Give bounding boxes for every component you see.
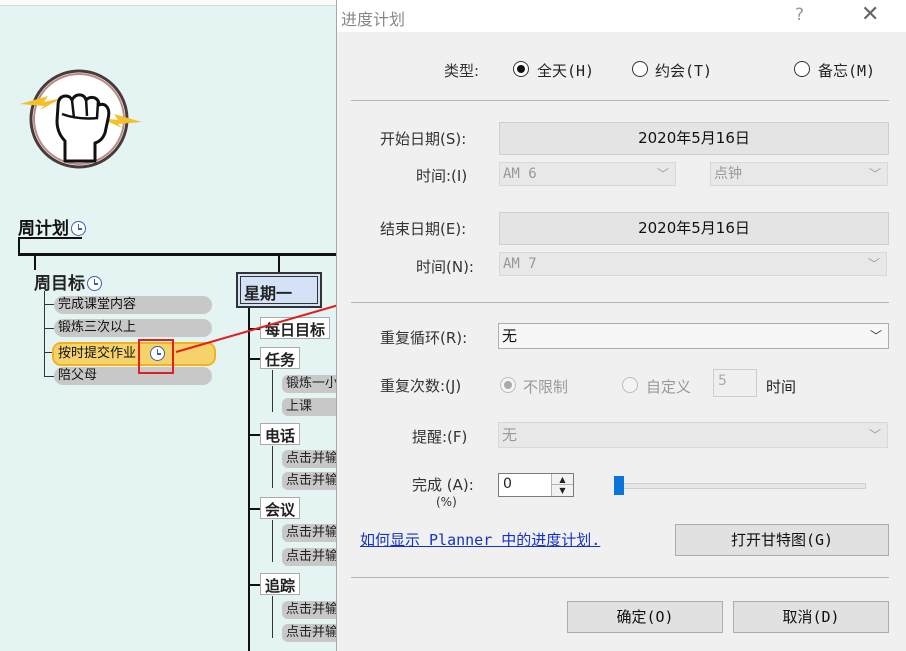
type-memo-label[interactable]: 备忘(M) xyxy=(818,60,875,81)
repeat-value: 无 xyxy=(502,327,518,345)
complete-stepper[interactable]: 0 ▲ ▼ xyxy=(498,473,574,497)
root-topic[interactable]: 周计划 xyxy=(18,214,86,239)
goal-topic-label: 周目标 xyxy=(34,274,85,294)
type-allday-label[interactable]: 全天(H) xyxy=(537,60,594,81)
placeholder-item[interactable]: 点击并输 xyxy=(282,472,340,490)
chevron-down-icon: ﹀ xyxy=(868,428,881,442)
clock-icon[interactable] xyxy=(87,276,102,291)
end-date-label: 结束日期(E): xyxy=(380,220,467,238)
repeat-unlimited-label[interactable]: 不限制 xyxy=(523,376,568,397)
divider xyxy=(351,302,889,303)
help-icon[interactable]: ? xyxy=(795,5,804,25)
repeat-count-input[interactable]: 5 xyxy=(713,369,757,397)
repeat-custom-radio[interactable] xyxy=(622,377,638,393)
repeat-custom-label[interactable]: 自定义 xyxy=(646,376,691,397)
dialog-title: 进度计划 xyxy=(341,10,406,29)
goal-item[interactable]: 陪父母 xyxy=(54,367,212,385)
connector xyxy=(248,584,260,586)
slider-thumb[interactable] xyxy=(614,476,624,495)
connector xyxy=(272,446,273,488)
category-meeting[interactable]: 会议 xyxy=(260,497,301,519)
end-time-value: AM 7 xyxy=(503,256,537,272)
divider xyxy=(351,100,889,101)
ok-button[interactable]: 确定(O) xyxy=(567,601,723,633)
connector xyxy=(272,596,273,638)
task-item[interactable]: 上课 xyxy=(282,398,340,416)
repeat-unit-label: 时间 xyxy=(766,378,797,396)
repeat-unlimited-radio[interactable] xyxy=(500,377,516,393)
connector xyxy=(248,508,260,510)
goal-item-label: 按时提交作业 xyxy=(58,346,137,361)
stepper-up-icon[interactable]: ▲ xyxy=(552,474,573,485)
connector xyxy=(248,358,260,360)
end-date-picker[interactable]: 2020年5月16日 xyxy=(499,212,889,245)
slider-track xyxy=(614,483,866,489)
root-topic-label: 周计划 xyxy=(18,219,69,239)
end-time-select[interactable]: AM 7 ﹀ xyxy=(499,252,887,276)
repeat-label: 重复循环(R): xyxy=(380,329,468,347)
placeholder-item[interactable]: 点击并输 xyxy=(282,524,340,542)
type-appointment-radio[interactable] xyxy=(632,61,648,77)
reminder-value: 无 xyxy=(502,426,518,444)
callout-box xyxy=(138,339,174,374)
chevron-down-icon: ﹀ xyxy=(656,167,669,181)
connector xyxy=(18,237,82,239)
start-unit-select[interactable]: 点钟 ﹀ xyxy=(710,162,888,186)
connector xyxy=(272,520,273,562)
end-time-label: 时间(N): xyxy=(416,258,474,276)
connector xyxy=(44,376,54,377)
type-label: 类型: xyxy=(444,62,480,80)
placeholder-item[interactable]: 点击并输 xyxy=(282,450,340,468)
type-appointment-label[interactable]: 约会(T) xyxy=(655,60,712,81)
start-date-picker[interactable]: 2020年5月16日 xyxy=(499,122,889,155)
complete-unit-label: (%) xyxy=(436,495,457,509)
cancel-button[interactable]: 取消(D) xyxy=(733,601,889,633)
connector xyxy=(272,370,273,412)
repeat-count-label: 重复次数:(J) xyxy=(380,377,462,395)
start-time-label: 时间:(I) xyxy=(416,167,468,185)
placeholder-item[interactable]: 点击并输 xyxy=(282,548,340,566)
close-icon[interactable]: ✕ xyxy=(861,2,879,27)
chevron-down-icon: ﹀ xyxy=(869,329,882,343)
category-phone[interactable]: 电话 xyxy=(260,423,301,445)
stepper-buttons: ▲ ▼ xyxy=(551,474,573,496)
start-unit-value: 点钟 xyxy=(714,166,742,182)
chevron-down-icon: ﹀ xyxy=(868,167,881,181)
placeholder-item[interactable]: 点击并输 xyxy=(282,624,340,642)
connector xyxy=(34,254,36,270)
planner-help-link[interactable]: 如何显示 Planner 中的进度计划. xyxy=(360,529,600,550)
stepper-down-icon[interactable]: ▼ xyxy=(552,485,573,496)
category-tracking[interactable]: 追踪 xyxy=(260,573,301,595)
complete-value: 0 xyxy=(503,476,512,492)
clock-icon[interactable] xyxy=(71,221,86,236)
reminder-label: 提醒:(F) xyxy=(412,428,468,446)
complete-label: 完成 (A): xyxy=(412,476,474,494)
type-memo-radio[interactable] xyxy=(794,61,810,77)
gantt-button[interactable]: 打开甘特图(G) xyxy=(675,524,889,556)
complete-slider[interactable] xyxy=(614,476,866,495)
connector xyxy=(248,434,260,436)
connector xyxy=(44,304,54,305)
type-allday-radio[interactable] xyxy=(513,61,529,77)
task-item[interactable]: 锻炼一小 xyxy=(282,375,340,393)
repeat-select[interactable]: 无 ﹀ xyxy=(498,323,889,349)
toolbar-strip xyxy=(0,0,340,6)
start-time-select[interactable]: AM 6 ﹀ xyxy=(499,162,676,186)
chevron-down-icon: ﹀ xyxy=(867,257,880,271)
fist-logo-icon xyxy=(20,69,142,169)
divider xyxy=(351,577,889,578)
connector xyxy=(278,254,280,272)
dialog-titlebar: 进度计划 ? ✕ xyxy=(337,0,906,32)
connector xyxy=(18,238,20,254)
connector xyxy=(44,328,54,329)
reminder-select[interactable]: 无 ﹀ xyxy=(498,422,888,448)
start-date-label: 开始日期(S): xyxy=(380,130,467,148)
connector xyxy=(18,253,340,256)
placeholder-item[interactable]: 点击并输 xyxy=(282,601,340,619)
start-time-value: AM 6 xyxy=(503,166,537,182)
